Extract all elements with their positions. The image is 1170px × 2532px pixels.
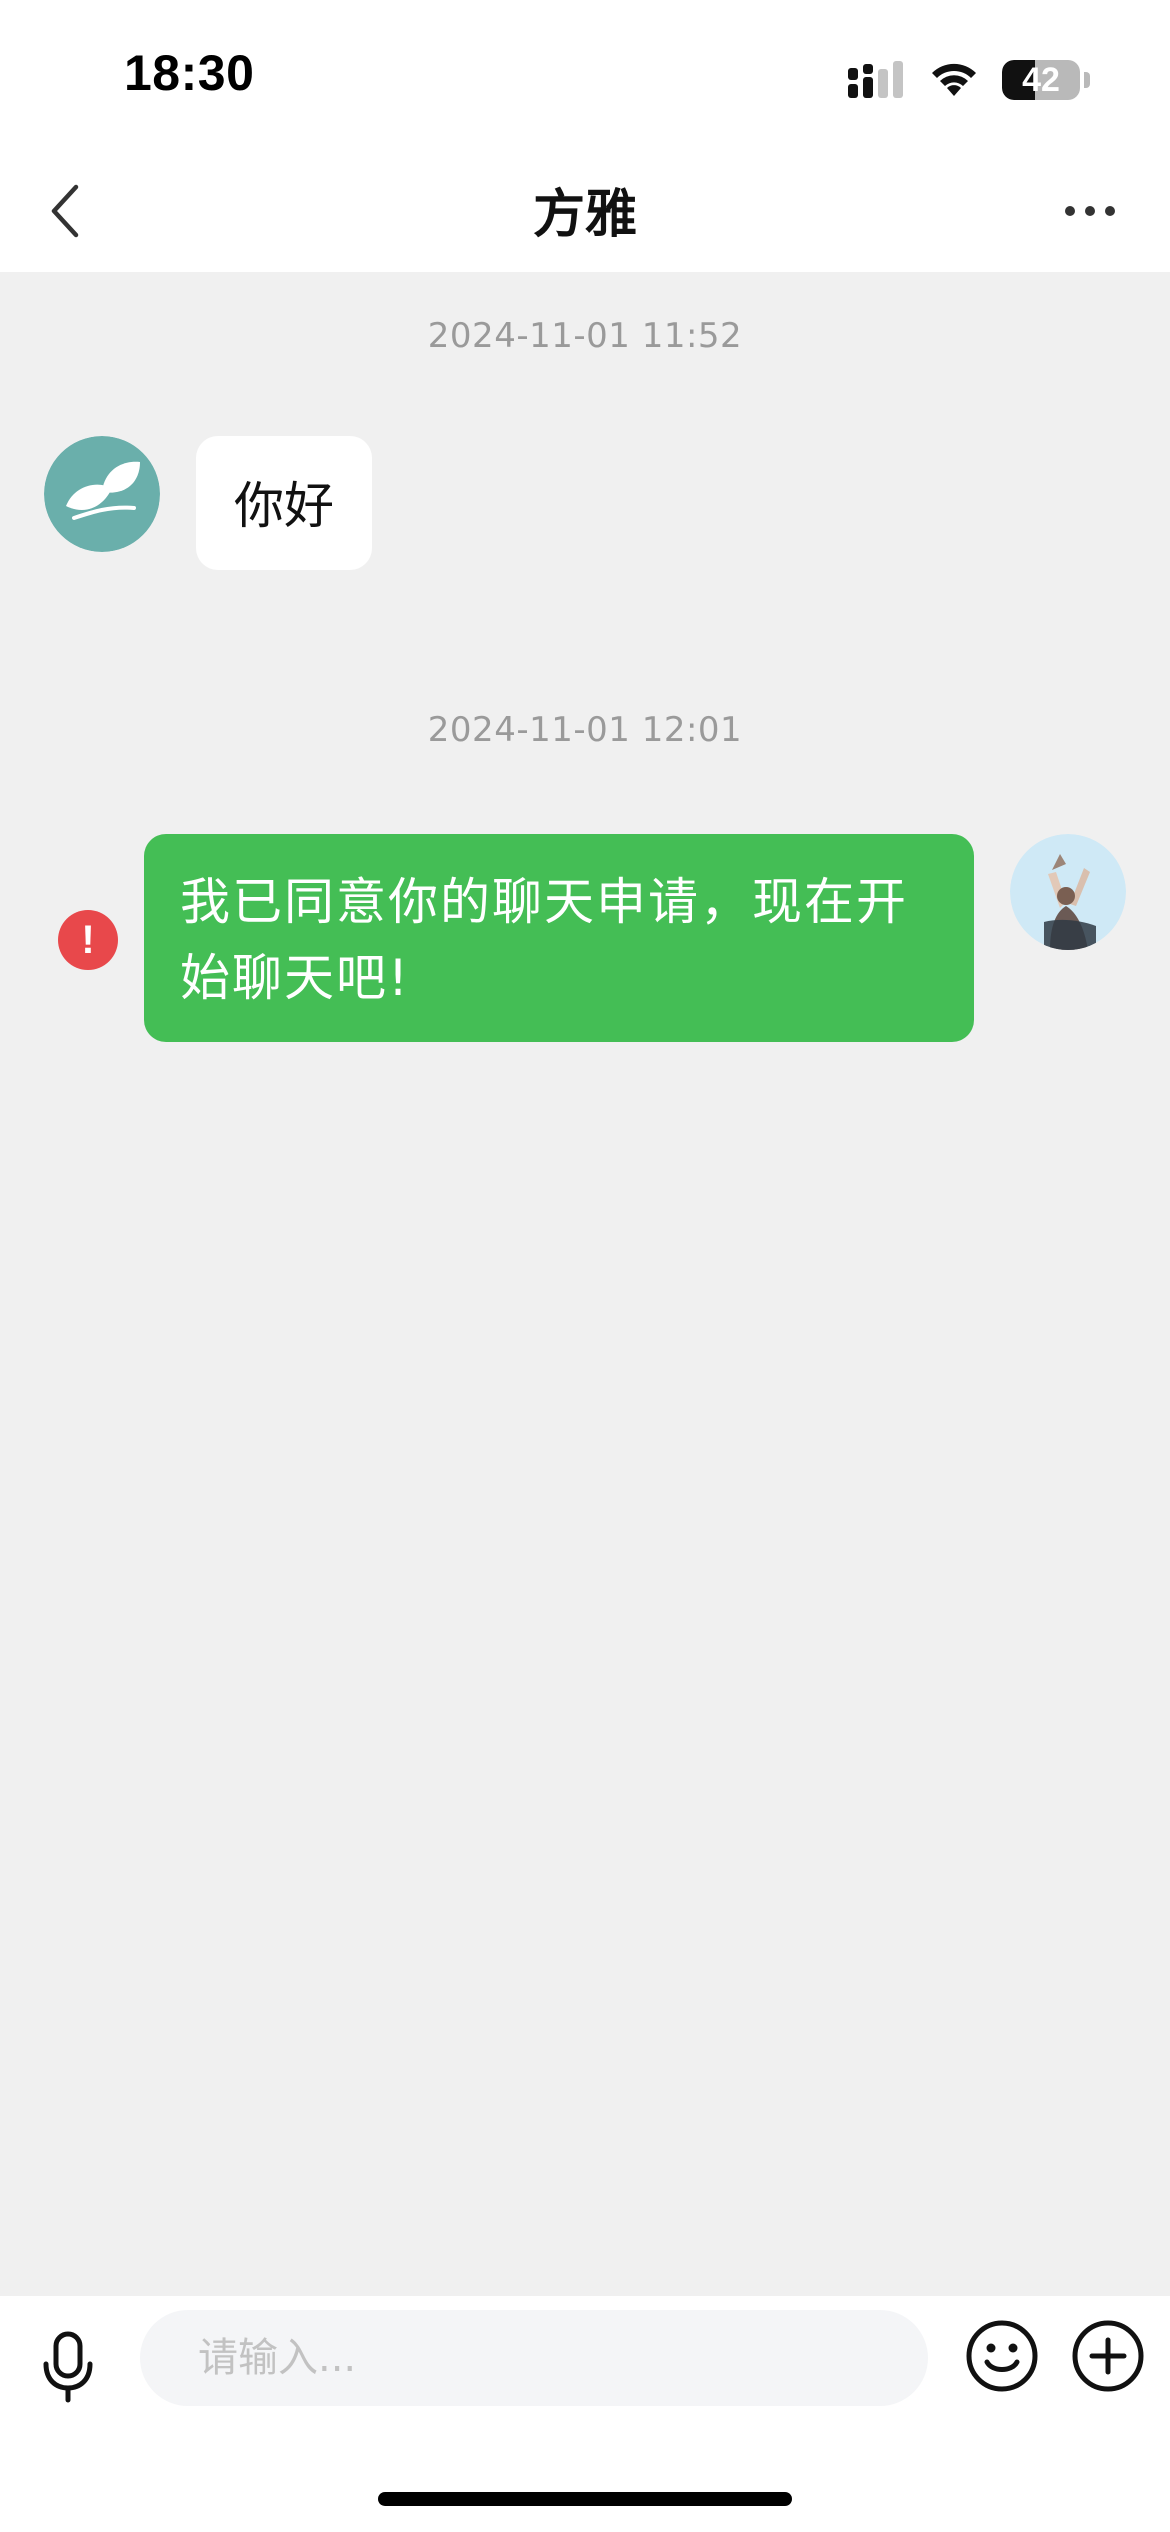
chat-area[interactable]: 2024-11-01 11:52 你好 2024-11-01 12:01 ! 我… bbox=[0, 272, 1170, 2296]
message-text: 我已同意你的聊天申请，现在开始聊天吧! bbox=[180, 873, 908, 1007]
send-failed-icon[interactable]: ! bbox=[58, 910, 118, 970]
more-horizontal-icon bbox=[1065, 206, 1115, 216]
battery-level: 42 bbox=[1022, 60, 1060, 99]
composer-bar bbox=[0, 2296, 1170, 2532]
message-timestamp: 2024-11-01 12:01 bbox=[427, 710, 743, 750]
contact-avatar[interactable] bbox=[44, 436, 160, 552]
voice-input-button[interactable] bbox=[30, 2318, 106, 2418]
message-text: 你好 bbox=[234, 477, 334, 535]
message-input[interactable] bbox=[140, 2310, 928, 2406]
page-title: 方雅 bbox=[532, 185, 637, 245]
smiley-icon bbox=[966, 2320, 1038, 2392]
home-indicator bbox=[378, 2492, 792, 2506]
battery-icon: 42 bbox=[1002, 60, 1080, 100]
status-time: 18:30 bbox=[124, 45, 255, 101]
battery-cap bbox=[1084, 72, 1090, 88]
message-timestamp: 2024-11-01 11:52 bbox=[427, 316, 743, 356]
incoming-message-bubble[interactable]: 你好 bbox=[196, 436, 372, 570]
more-actions-button[interactable] bbox=[1070, 2318, 1146, 2394]
leaf-logo-icon bbox=[44, 436, 160, 552]
wifi-icon bbox=[932, 63, 976, 96]
plus-circle-icon bbox=[1072, 2320, 1144, 2392]
nav-bar: 方雅 bbox=[0, 150, 1170, 272]
my-avatar[interactable] bbox=[1010, 834, 1126, 950]
emoji-button[interactable] bbox=[964, 2318, 1040, 2394]
status-bar: 18:30 42 bbox=[0, 0, 1170, 150]
microphone-icon bbox=[43, 2331, 93, 2403]
status-indicators: 42 bbox=[848, 50, 1090, 110]
user-photo-icon bbox=[1010, 834, 1126, 950]
cellular-signal-icon bbox=[848, 61, 903, 98]
outgoing-message-bubble[interactable]: 我已同意你的聊天申请，现在开始聊天吧! bbox=[144, 834, 974, 1042]
more-button[interactable] bbox=[1040, 175, 1140, 247]
